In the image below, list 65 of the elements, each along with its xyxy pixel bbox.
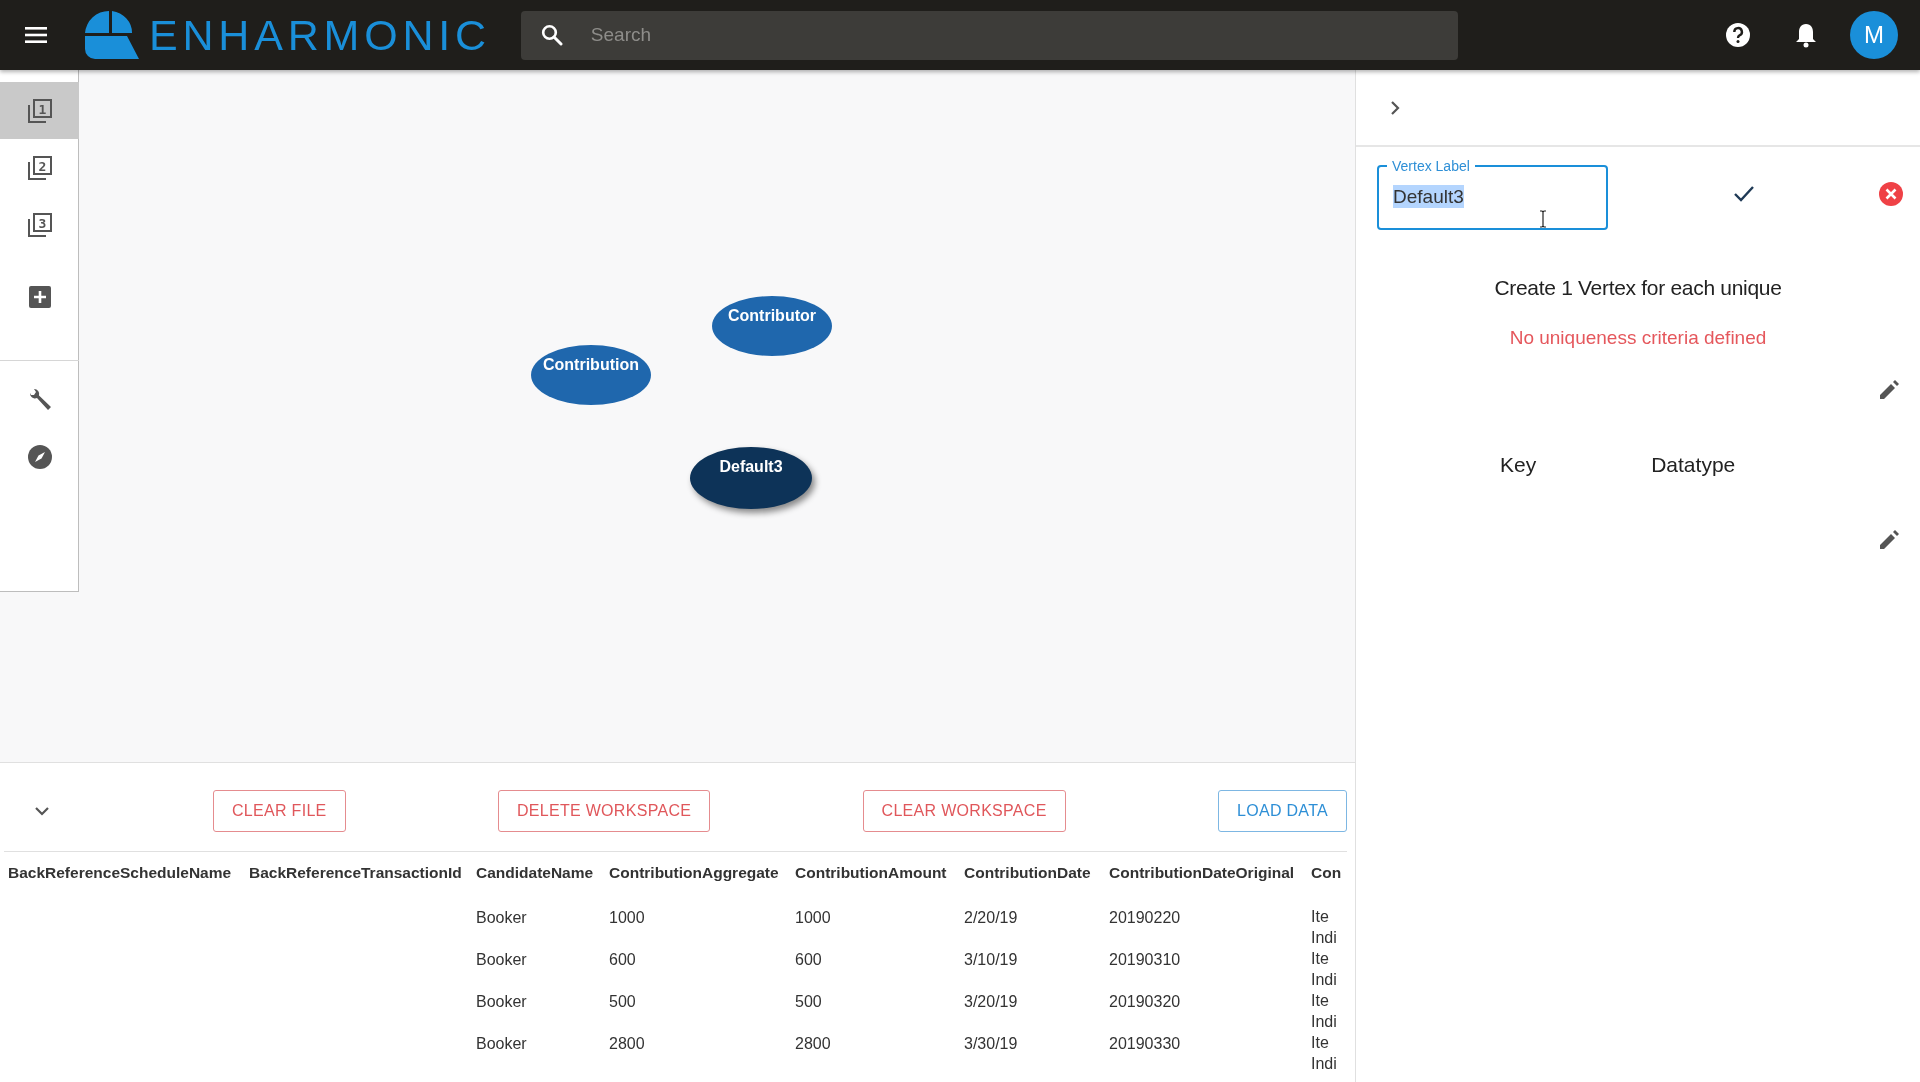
column-header[interactable]: CandidateName [464, 852, 597, 900]
action-button[interactable]: DELETE WORKSPACE [497, 790, 711, 832]
field-label: Vertex Label [1391, 157, 1471, 175]
logo-text: ENHARMONIC [149, 13, 491, 57]
table-cell: 2800 [609, 1034, 645, 1053]
table-cell: 1000 [609, 908, 645, 927]
table-cell: 20190330 [1109, 1034, 1181, 1053]
table-cell: 20190320 [1109, 992, 1181, 1011]
column-header[interactable]: BackReferenceScheduleName [0, 852, 237, 900]
table-cell: Booker [476, 908, 527, 927]
table-cell: 20190220 [1109, 908, 1181, 927]
table-cell-text: Ite Indi [1311, 949, 1337, 990]
table-cell: Booker [476, 1034, 527, 1053]
column-header[interactable]: Con [1303, 852, 1351, 900]
menu-icon[interactable] [25, 26, 47, 44]
table-cell: 2/20/19 [964, 908, 1018, 927]
graph-node[interactable]: Contributor [712, 296, 832, 356]
avatar[interactable]: M [1850, 11, 1898, 59]
edit-icon[interactable] [1878, 379, 1900, 401]
graph-node[interactable]: Default3 [690, 447, 812, 509]
chevron-right-icon[interactable] [1390, 99, 1400, 116]
column-header[interactable]: ContributionDate [952, 852, 1097, 900]
search-icon [540, 23, 563, 46]
table-cell: 3/10/19 [964, 950, 1018, 969]
table-cell-text: Ite Indi [1311, 907, 1337, 948]
table-cell: 20190310 [1109, 950, 1181, 969]
plus-icon [28, 285, 51, 308]
warning-text: No uniqueness criteria defined [1508, 327, 1768, 349]
sidebar-item[interactable]: 1 [0, 82, 79, 139]
column-heading: Datatype [1651, 453, 1736, 478]
vertex-label-field[interactable]: Vertex Label Default3 [1377, 157, 1608, 230]
section-heading: Create 1 Vertex for each unique [1493, 276, 1783, 300]
table-cell-text: Ite Indi [1311, 1033, 1337, 1074]
table-cell: 600 [609, 950, 636, 969]
load-data-button[interactable]: LOAD DATA [1218, 790, 1347, 832]
logo-icon [83, 11, 139, 59]
action-button[interactable]: CLEAR WORKSPACE [862, 790, 1066, 832]
column-header[interactable]: ContributionDateOriginal [1097, 852, 1303, 900]
graph-node[interactable]: Contribution [531, 345, 651, 405]
table-cell: 3/20/19 [964, 992, 1018, 1011]
checkmark-icon[interactable] [1732, 185, 1755, 202]
table-cell: 2800 [795, 1034, 831, 1053]
field-value: Default3 [1393, 185, 1464, 208]
close-icon[interactable] [1879, 181, 1903, 206]
table-cell: Booker [476, 992, 527, 1011]
table-cell: 3/30/19 [964, 1034, 1018, 1053]
column-heading: Key [1500, 453, 1537, 478]
action-button[interactable]: CLEAR FILE [213, 790, 346, 832]
table-cell: 500 [609, 992, 636, 1011]
help-icon[interactable] [1725, 22, 1751, 48]
table-cell: Booker [476, 950, 527, 969]
search-field[interactable]: Search [520, 10, 1458, 60]
column-header[interactable]: ContributionAggregate [597, 852, 783, 900]
column-header[interactable]: BackReferenceTransactionId [237, 852, 464, 900]
compass-icon [27, 444, 52, 469]
table-cell: 600 [795, 950, 822, 969]
table-cell: 500 [795, 992, 822, 1011]
column-header[interactable]: ContributionAmount [783, 852, 952, 900]
notification-bell-icon[interactable] [1795, 22, 1817, 48]
edit-icon[interactable] [1878, 529, 1900, 551]
sidebar-item[interactable]: 3 [0, 196, 79, 253]
sidebar-item[interactable]: 2 [0, 139, 79, 196]
table-cell-text: Ite Indi [1311, 991, 1337, 1032]
table-cell: 1000 [795, 908, 831, 927]
text-cursor-icon [1539, 210, 1547, 228]
